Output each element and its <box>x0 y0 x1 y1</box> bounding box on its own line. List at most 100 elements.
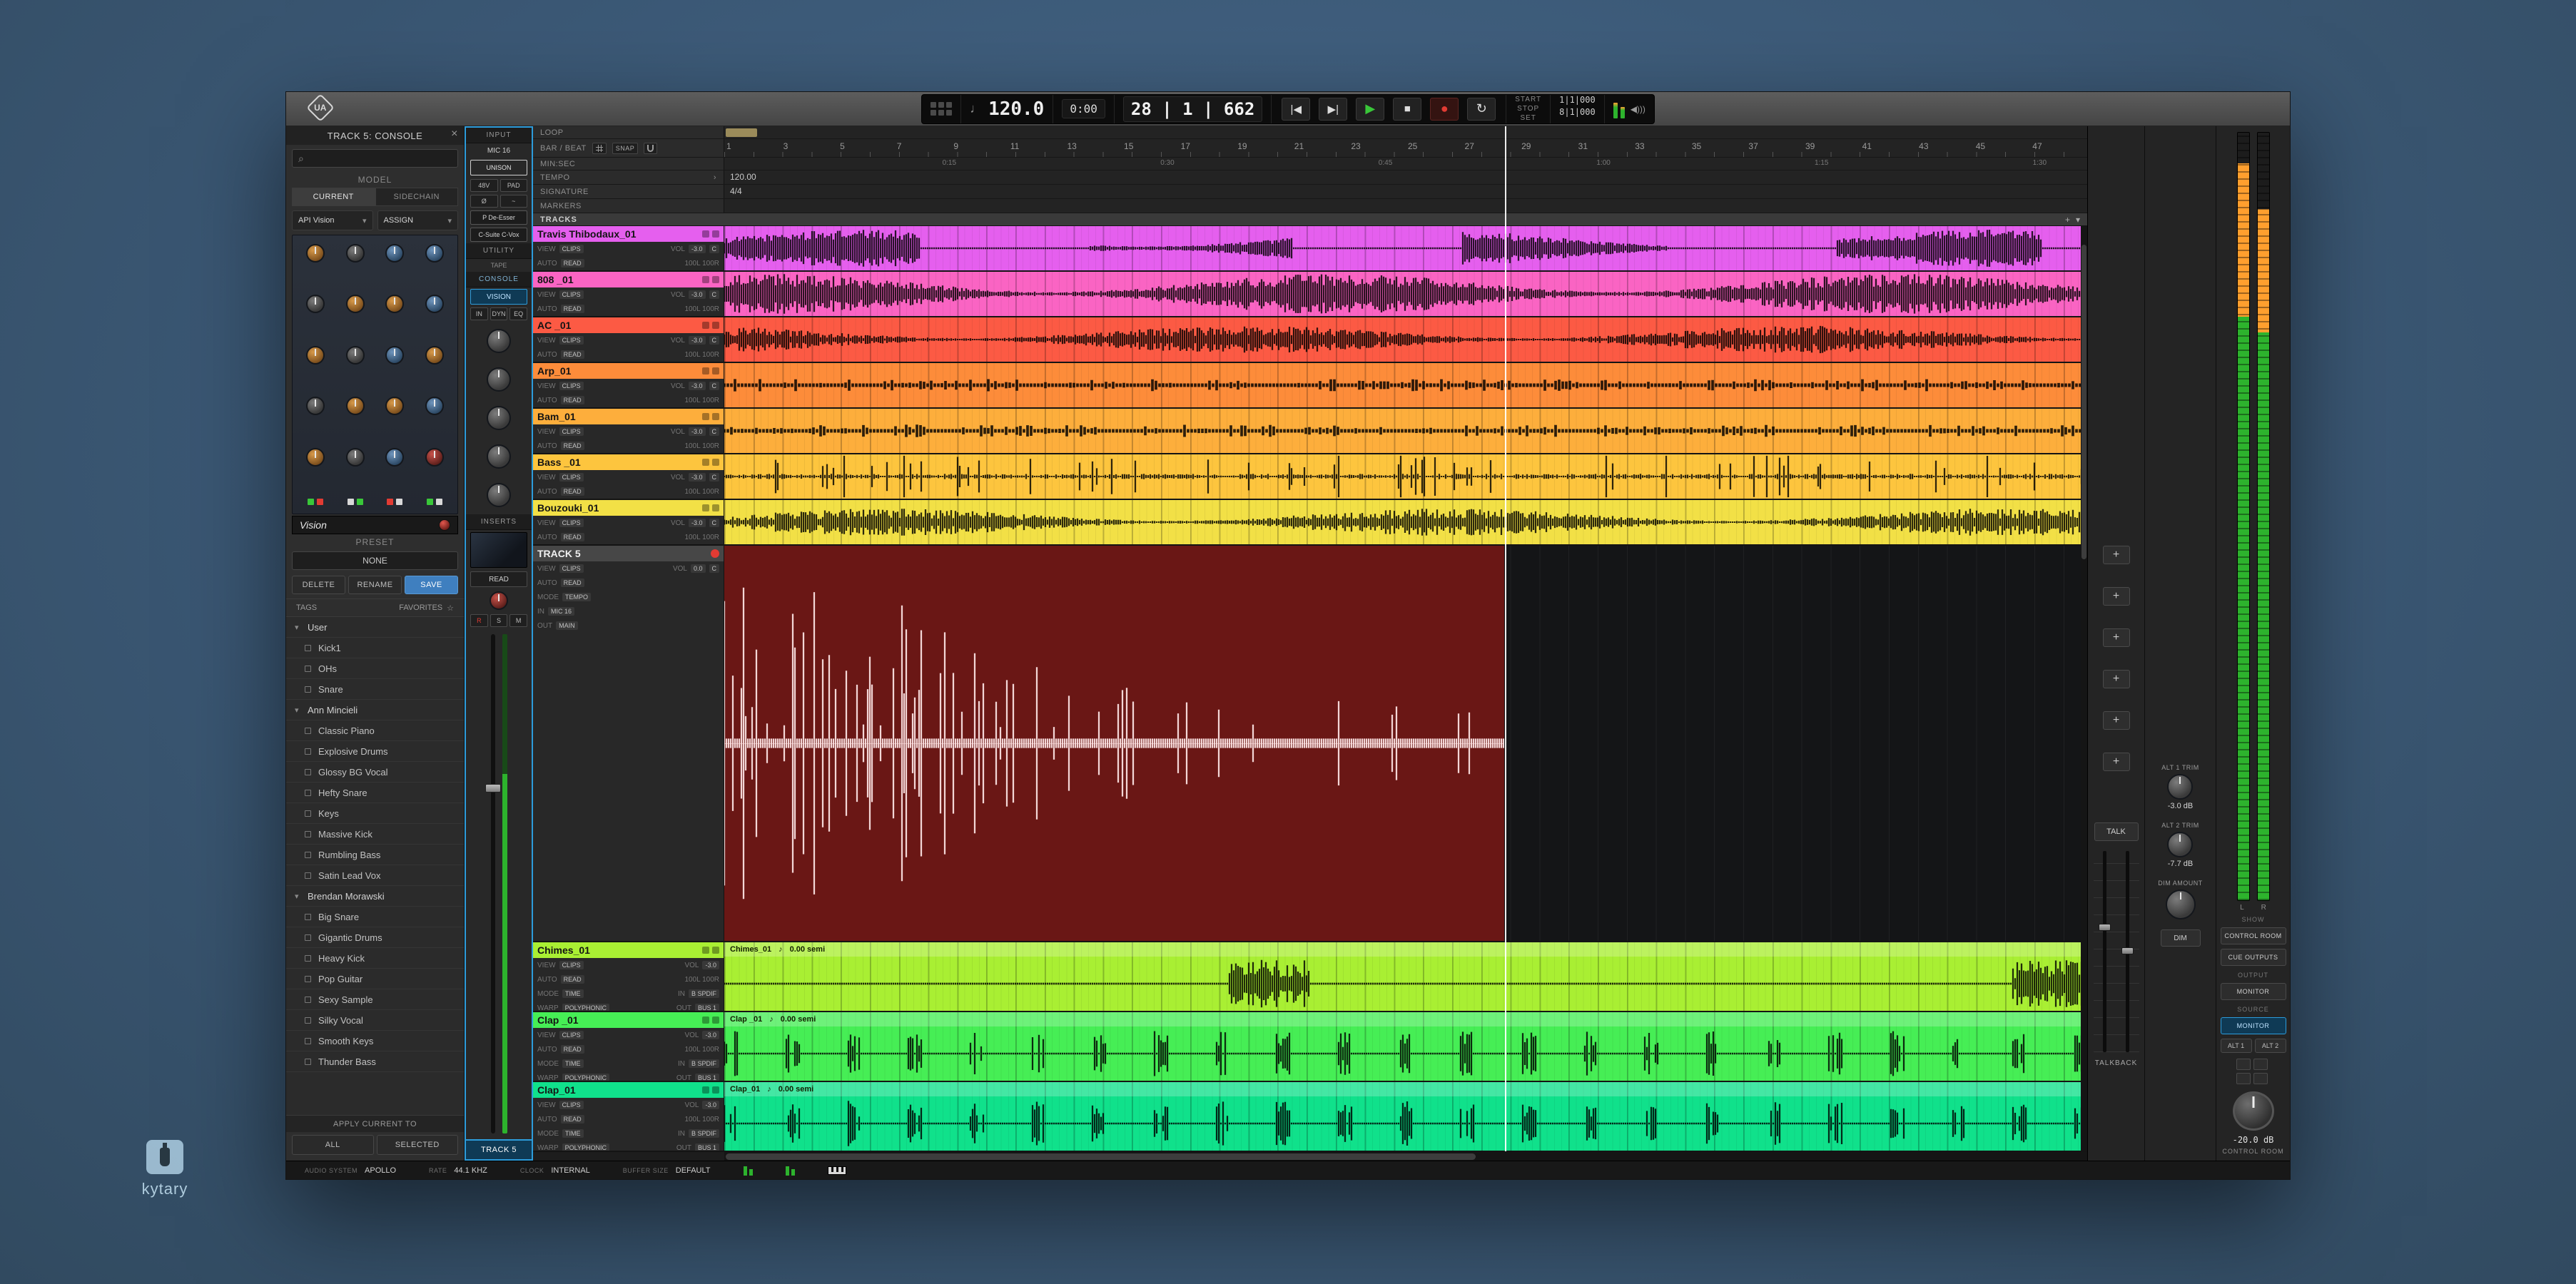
track-name-tab[interactable]: Clap _01 <box>533 1012 724 1028</box>
bar-ruler[interactable]: 1357911131517192123252729313335373941434… <box>724 139 2087 157</box>
vol-value[interactable]: -3.0 <box>702 961 719 969</box>
preset-item[interactable]: ▾ Gigantic Drums <box>286 927 464 948</box>
knob[interactable] <box>385 244 404 263</box>
preset-item[interactable]: ▾ Ann Mincieli <box>286 700 464 720</box>
monitor-icon[interactable] <box>712 322 719 329</box>
warp-value[interactable]: POLYPHONIC <box>562 1074 609 1081</box>
vol-value[interactable]: 0.0 <box>691 564 706 573</box>
add-send-button[interactable]: + <box>2103 546 2130 564</box>
insert-slot-1[interactable]: P De-Esser <box>470 210 527 225</box>
track-name-tab[interactable]: AC _01 <box>533 317 724 333</box>
mode-dyn-button[interactable]: DYN <box>490 307 508 320</box>
mode-in-button[interactable]: IN <box>470 307 488 320</box>
tab-sidechain[interactable]: SIDECHAIN <box>375 188 459 206</box>
alt2-trim-knob[interactable] <box>2167 832 2193 857</box>
record-enable-icon[interactable] <box>702 230 709 238</box>
track-header[interactable]: AC _01 VIEW CLIPS <box>533 317 724 362</box>
track-name-tab[interactable]: TRACK 5 <box>533 546 724 561</box>
transport-display-options[interactable] <box>922 95 961 123</box>
tempo-row-value[interactable]: 120.00 <box>730 172 756 182</box>
add-send-button[interactable]: + <box>2103 628 2130 647</box>
monitor-level-knob[interactable] <box>2233 1091 2274 1131</box>
clip-header[interactable]: Clap _01 ♪ 0.00 semi <box>724 1012 2087 1026</box>
scrollbar-thumb[interactable] <box>726 1153 1476 1160</box>
view-mode[interactable]: CLIPS <box>559 564 584 573</box>
tempo-row-content[interactable]: 120.00 <box>724 170 2087 184</box>
send-knob[interactable] <box>487 329 511 353</box>
preset-item[interactable]: ▾ OHs <box>286 658 464 679</box>
monitor-icon[interactable] <box>712 947 719 954</box>
record-arm-button[interactable]: R <box>470 614 488 627</box>
horizontal-scrollbar[interactable] <box>724 1152 2087 1161</box>
clip-header[interactable]: Clap_01 ♪ 0.00 semi <box>724 1082 2087 1096</box>
monitor-icon[interactable] <box>712 459 719 466</box>
talk-button[interactable]: TALK <box>2094 822 2139 841</box>
track-lane[interactable] <box>724 454 2087 499</box>
preset-item[interactable]: ▾ Pop Guitar <box>286 969 464 989</box>
track-lane[interactable] <box>724 409 2087 453</box>
view-mode[interactable]: CLIPS <box>559 1101 584 1109</box>
toggle-icon[interactable] <box>308 499 314 505</box>
model-select[interactable]: API Vision ▾ <box>292 210 373 230</box>
toggle-icon[interactable] <box>436 499 442 505</box>
track-lane[interactable] <box>724 226 2087 270</box>
view-mode[interactable]: CLIPS <box>559 336 584 345</box>
auto-mode[interactable]: READ <box>561 1045 584 1054</box>
preset-item[interactable]: ▾ Classic Piano <box>286 720 464 741</box>
solo-button[interactable]: S <box>490 614 508 627</box>
monitor-icon[interactable] <box>712 367 719 374</box>
counter-display[interactable]: 0:00 <box>1053 95 1115 123</box>
snap-button[interactable]: SNAP <box>612 143 639 154</box>
record-enable-icon[interactable] <box>702 367 709 374</box>
toggle-icon[interactable] <box>387 499 393 505</box>
vol-value[interactable]: -3.0 <box>702 1101 719 1109</box>
track-lane[interactable]: Clap _01 ♪ 0.00 semi <box>724 1012 2087 1081</box>
status-item[interactable]: RATE 44.1 KHZ <box>429 1166 487 1175</box>
preset-item[interactable]: ▾ Glossy BG Vocal <box>286 762 464 783</box>
input-value[interactable]: B SPDIF <box>689 1129 719 1138</box>
volume-fader[interactable] <box>491 634 495 1133</box>
power-knob[interactable] <box>439 519 450 531</box>
warp-value[interactable]: POLYPHONIC <box>562 1143 609 1151</box>
status-item[interactable]: BUFFER SIZE DEFAULT <box>623 1166 711 1175</box>
loop-point-values[interactable]: 1|1|000 8|1|000 <box>1551 95 1605 123</box>
loop-button[interactable]: ↻ <box>1467 98 1496 121</box>
track-header[interactable]: Bouzouki_01 VIEW CLIPS <box>533 500 724 544</box>
record-enable-icon[interactable] <box>702 1017 709 1024</box>
send-knob[interactable] <box>487 483 511 507</box>
collapse-icon[interactable]: ▾ <box>2076 215 2080 225</box>
rewind-button[interactable]: |◀ <box>1282 98 1310 121</box>
record-lane[interactable] <box>724 546 2087 941</box>
pan-value[interactable]: C <box>709 336 720 345</box>
track-name-tab[interactable]: Bam_01 <box>533 409 724 424</box>
toggle-icon[interactable] <box>396 499 402 505</box>
track-name-tab[interactable]: Bouzouki_01 <box>533 500 724 516</box>
cue-fader[interactable] <box>2103 851 2106 1052</box>
preset-item[interactable]: ▾ Massive Kick <box>286 824 464 845</box>
pan-value[interactable]: C <box>709 290 720 299</box>
monitor-icon[interactable] <box>712 276 719 283</box>
preset-item[interactable]: ▾ Smooth Keys <box>286 1031 464 1051</box>
record-enable-icon[interactable] <box>702 1086 709 1094</box>
strip-track-name[interactable]: TRACK 5 <box>466 1139 532 1159</box>
mode-value[interactable]: TEMPO <box>562 593 591 601</box>
auto-mode[interactable]: READ <box>561 350 584 359</box>
track-name-tab[interactable]: Arp_01 <box>533 363 724 379</box>
grid-button[interactable] <box>592 143 607 154</box>
preset-search[interactable]: ⌕ <box>292 149 458 168</box>
fader-cap[interactable] <box>2099 924 2111 931</box>
alt1-trim-knob[interactable] <box>2167 774 2193 800</box>
mode-value[interactable]: TIME <box>562 1059 584 1068</box>
auto-mode[interactable]: READ <box>561 579 584 587</box>
tempo-value[interactable]: 120.0 <box>988 98 1044 120</box>
channel-strip-graphic[interactable] <box>292 235 458 514</box>
track-header[interactable]: Arp_01 VIEW CLIPS <box>533 363 724 407</box>
add-track-icon[interactable]: + <box>2065 215 2070 225</box>
tags-toggle[interactable]: TAGS <box>296 603 317 612</box>
record-enable-icon[interactable] <box>702 947 709 954</box>
mode-value[interactable]: TIME <box>562 989 584 998</box>
tempo-display[interactable]: ♩ 120.0 <box>961 95 1053 123</box>
knob[interactable] <box>306 448 325 467</box>
output-value[interactable]: BUS 1 <box>695 1074 719 1081</box>
dim-button[interactable]: DIM <box>2161 929 2201 947</box>
